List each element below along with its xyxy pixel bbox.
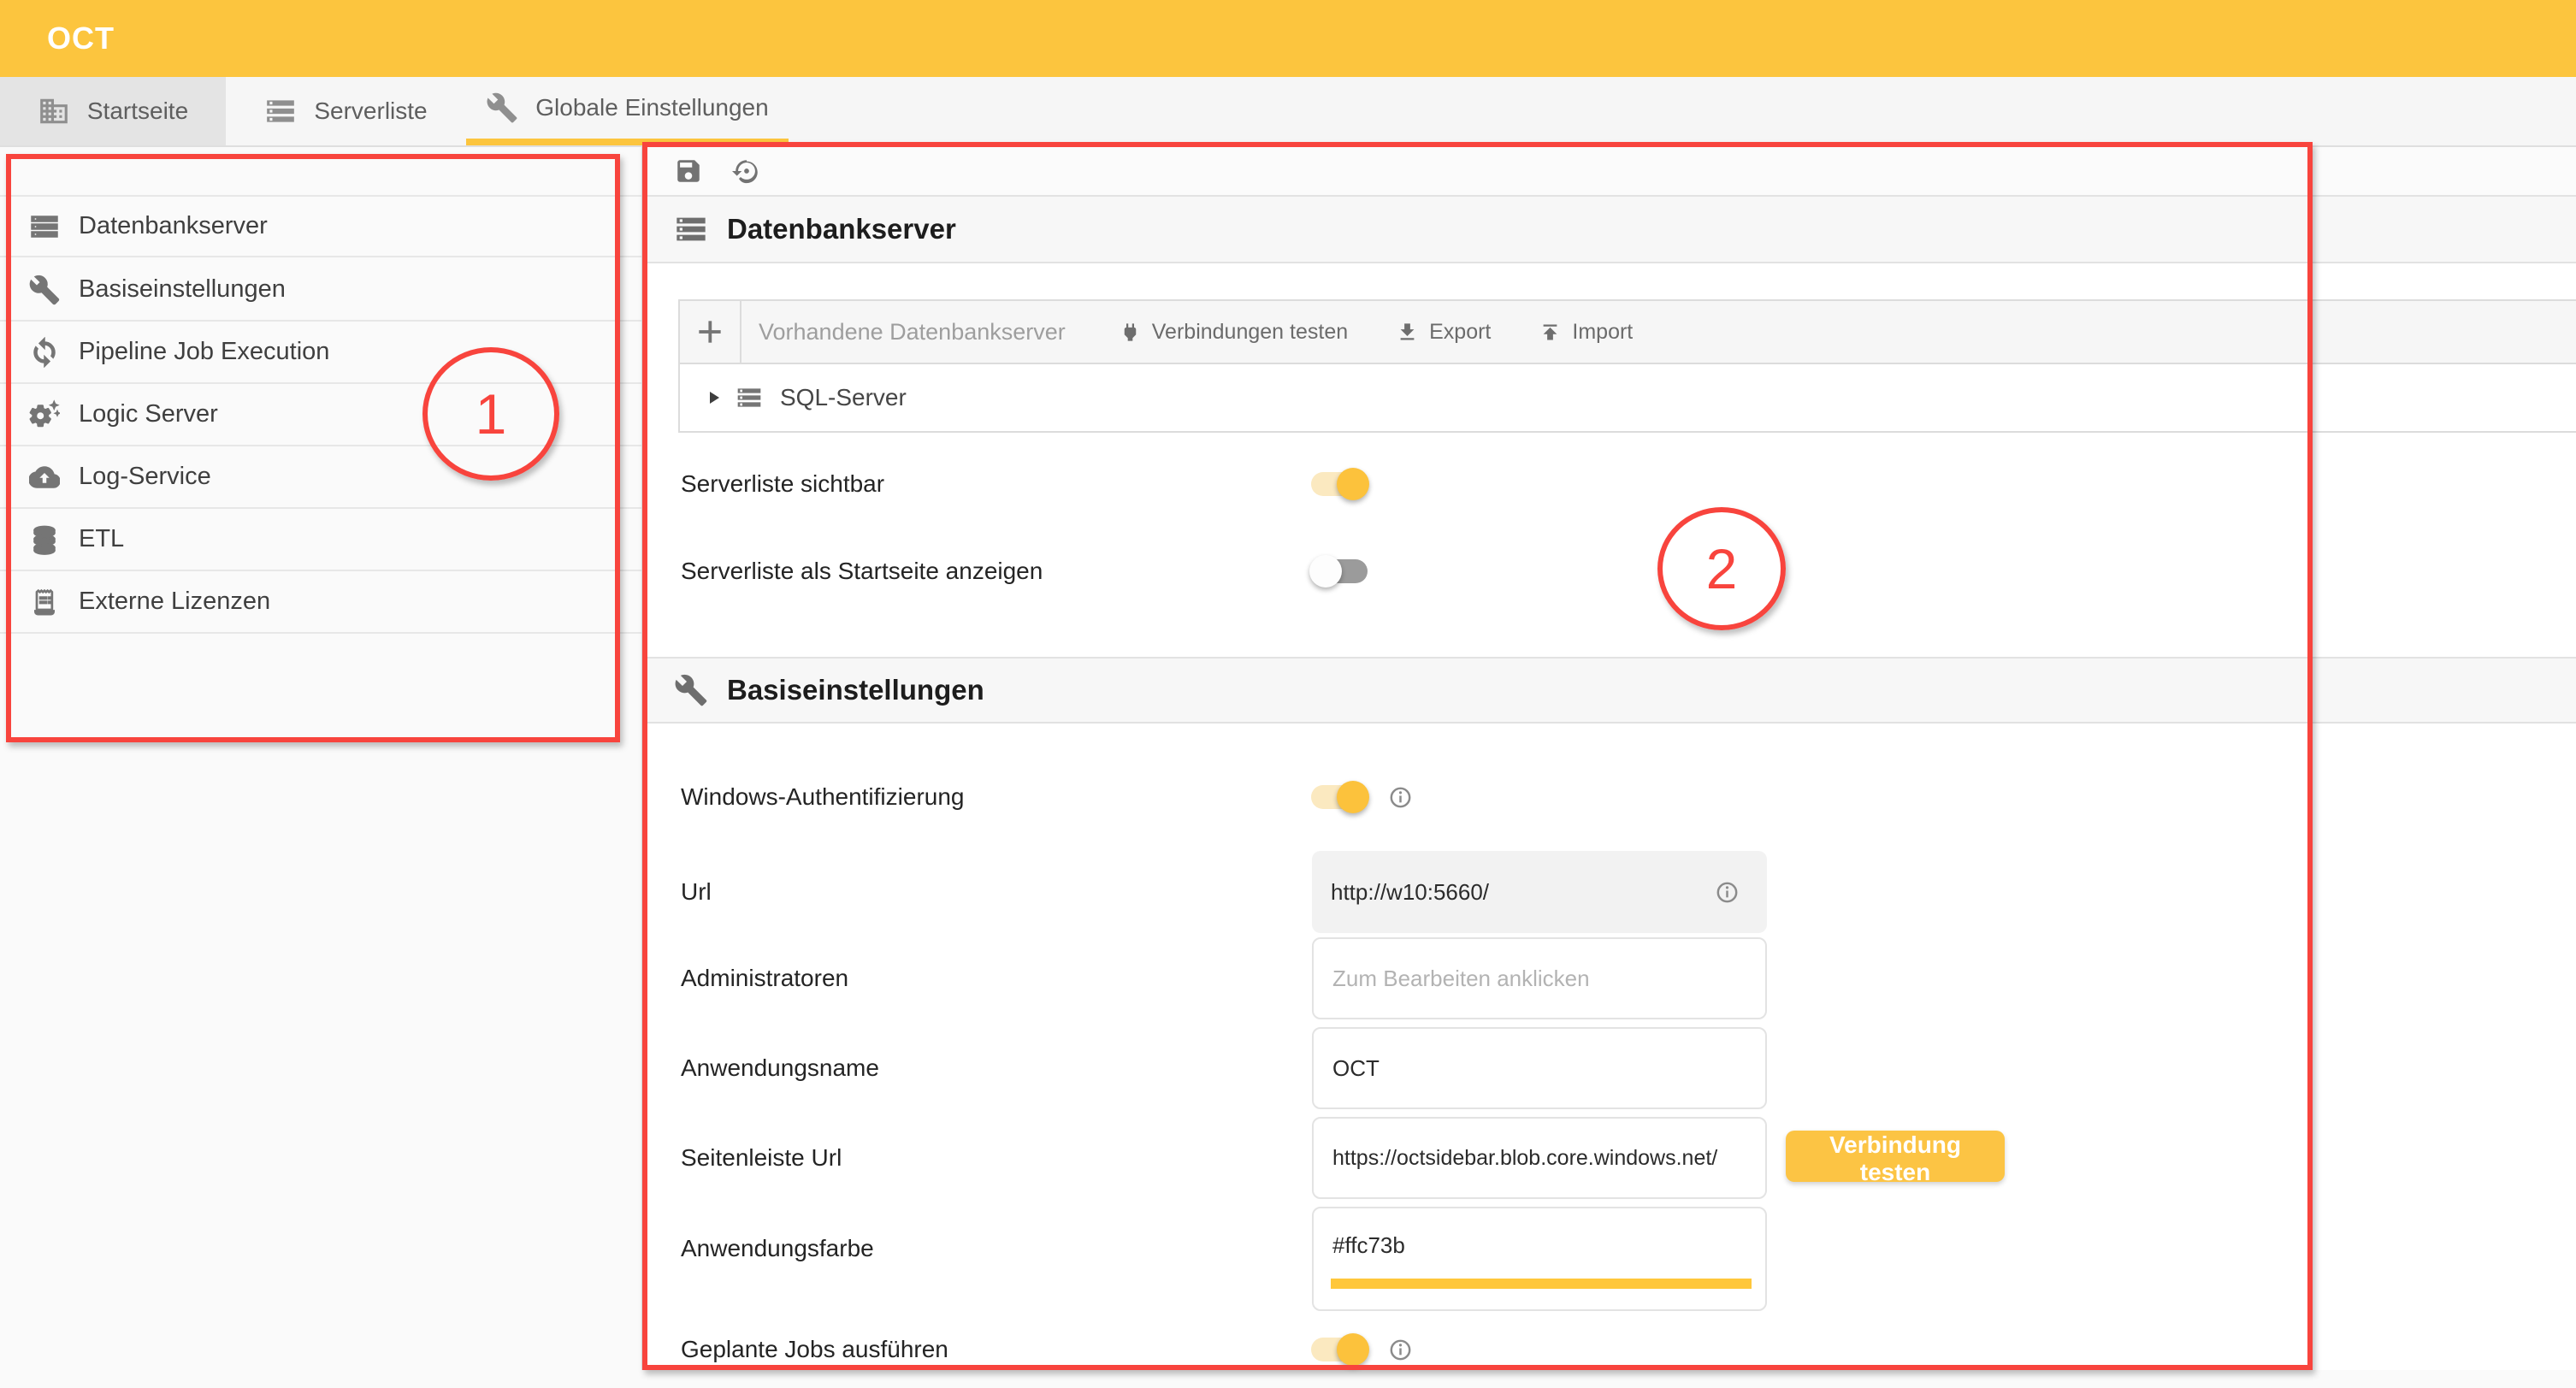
toggle-geplante-jobs[interactable]: [1311, 1338, 1368, 1361]
administratoren-field: [1312, 937, 1767, 1019]
test-connections-button[interactable]: Verbindungen testen: [1119, 320, 1348, 345]
verbindung-testen-button[interactable]: Verbindung testen: [1786, 1131, 2005, 1182]
action-label: Verbindungen testen: [1152, 320, 1348, 345]
add-server-button[interactable]: [680, 301, 741, 363]
anwendungsfarbe-field: [1312, 1207, 1767, 1311]
section-header-datenbankserver: Datenbankserver: [643, 197, 2576, 263]
plug-icon: [1119, 321, 1142, 344]
settings-sidebar: Datenbankserver Basiseinstellungen Pipel…: [0, 147, 643, 1370]
section-header-basiseinstellungen: Basiseinstellungen: [643, 657, 2576, 724]
settings-main-panel: Datenbankserver Vorhandene Datenbankserv…: [643, 147, 2576, 1370]
sidebar-item-label: Basiseinstellungen: [79, 275, 286, 304]
server-list-icon: [29, 211, 60, 242]
sidebar-item-label: Pipeline Job Execution: [79, 338, 329, 366]
sidebar-item-label: Externe Lizenzen: [79, 588, 270, 616]
toggle-serverliste-als-startseite[interactable]: [1311, 559, 1368, 583]
toggle-label-serverliste-startseite: Serverliste als Startseite anzeigen: [681, 554, 1043, 588]
wrench-icon: [674, 673, 708, 707]
section-title: Datenbankserver: [727, 213, 956, 245]
sidebar-item-label: Log-Service: [79, 463, 211, 491]
expand-caret-icon[interactable]: [703, 387, 724, 408]
app-title: OCT: [47, 21, 115, 56]
wrench-icon: [486, 92, 518, 124]
sidebar-item-log-service[interactable]: Log-Service: [0, 446, 641, 509]
switch-thumb: [1309, 555, 1342, 588]
table-row-sql-server[interactable]: SQL-Server: [680, 364, 2576, 431]
url-field: [1312, 851, 1767, 933]
field-label-administratoren: Administratoren: [681, 961, 848, 995]
tab-label: Serverliste: [314, 97, 427, 125]
tab-serverliste[interactable]: Serverliste: [226, 77, 466, 145]
anwendungsfarbe-input[interactable]: [1314, 1208, 1765, 1282]
row-label: SQL-Server: [780, 384, 907, 411]
server-list-icon: [736, 384, 763, 411]
info-icon[interactable]: [1389, 1338, 1412, 1361]
seitenleiste-url-input[interactable]: [1314, 1119, 1765, 1197]
tab-globale-einstellungen[interactable]: Globale Einstellungen: [466, 77, 789, 145]
server-list-icon: [674, 212, 708, 246]
tab-label: Globale Einstellungen: [535, 94, 768, 121]
table-header-label: Vorhandene Datenbankserver: [759, 319, 1066, 346]
building-icon: [38, 95, 70, 127]
sidebar-item-pipeline-job-execution[interactable]: Pipeline Job Execution: [0, 322, 641, 384]
action-label: Export: [1429, 320, 1491, 345]
field-label-windows-auth: Windows-Authentifizierung: [681, 780, 965, 814]
field-label-anwendungsfarbe: Anwendungsfarbe: [681, 1231, 874, 1266]
toggle-windows-auth[interactable]: [1311, 785, 1368, 809]
sidebar-item-logic-server[interactable]: Logic Server: [0, 384, 641, 446]
info-icon[interactable]: [1389, 786, 1412, 809]
switch-thumb: [1337, 781, 1369, 813]
toggle-label-serverliste-sichtbar: Serverliste sichtbar: [681, 467, 884, 501]
field-label-seitenleiste-url: Seitenleiste Url: [681, 1141, 842, 1175]
tab-bar: Startseite Serverliste Globale Einstellu…: [0, 77, 2576, 147]
upload-icon: [1539, 321, 1562, 344]
switch-thumb: [1337, 1333, 1369, 1366]
section-title: Basiseinstellungen: [727, 674, 984, 706]
download-icon: [1396, 321, 1419, 344]
field-label-anwendungsname: Anwendungsname: [681, 1051, 879, 1085]
sidebar-item-label: Datenbankserver: [79, 212, 268, 240]
import-button[interactable]: Import: [1539, 320, 1633, 345]
administratoren-input[interactable]: [1314, 939, 1765, 1018]
wrench-icon: [29, 275, 60, 305]
sidebar-item-externe-lizenzen[interactable]: Externe Lizenzen: [0, 571, 641, 634]
gear-sparkle-icon: [29, 399, 60, 430]
action-label: Import: [1572, 320, 1633, 345]
anwendungsname-input[interactable]: [1314, 1029, 1765, 1107]
app-header: OCT: [0, 0, 2576, 77]
license-icon: [29, 587, 60, 617]
switch-thumb: [1337, 468, 1369, 500]
url-input[interactable]: [1312, 851, 1767, 933]
database-server-table: Vorhandene Datenbankserver Verbindungen …: [678, 299, 2576, 433]
save-icon[interactable]: [674, 157, 703, 186]
sidebar-item-basiseinstellungen[interactable]: Basiseinstellungen: [0, 259, 641, 322]
sidebar-item-label: ETL: [79, 525, 124, 553]
tab-label: Startseite: [87, 97, 188, 125]
sidebar-item-etl[interactable]: ETL: [0, 509, 641, 571]
tab-startseite[interactable]: Startseite: [0, 77, 226, 145]
content-toolbar: [643, 147, 2576, 197]
database-icon: [29, 524, 60, 555]
server-list-icon: [264, 95, 297, 127]
sync-icon: [29, 337, 60, 368]
table-header-row: Vorhandene Datenbankserver Verbindungen …: [680, 301, 2576, 364]
field-label-geplante-jobs: Geplante Jobs ausführen: [681, 1332, 948, 1367]
restore-icon[interactable]: [732, 157, 761, 186]
color-swatch: [1331, 1279, 1752, 1289]
info-icon[interactable]: [1716, 881, 1739, 904]
sidebar-item-label: Logic Server: [79, 400, 218, 428]
anwendungsname-field: [1312, 1027, 1767, 1109]
sidebar-item-datenbankserver[interactable]: Datenbankserver: [0, 195, 641, 257]
export-button[interactable]: Export: [1396, 320, 1491, 345]
seitenleiste-url-field: [1312, 1117, 1767, 1199]
field-label-url: Url: [681, 875, 712, 909]
cloud-upload-icon: [29, 462, 60, 493]
toggle-serverliste-sichtbar[interactable]: [1311, 472, 1368, 496]
